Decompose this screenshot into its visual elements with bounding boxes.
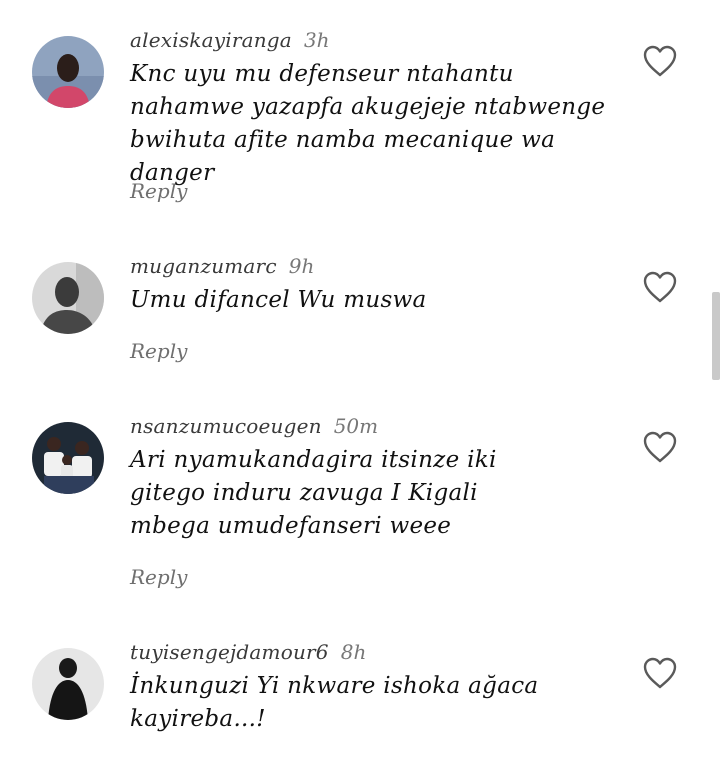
scrollbar-thumb[interactable]: [712, 292, 720, 380]
heart-outline-icon: [643, 271, 677, 303]
reply-button[interactable]: Reply: [130, 338, 187, 364]
avatar-image: [32, 648, 104, 720]
like-button[interactable]: [642, 656, 678, 690]
like-button[interactable]: [642, 430, 678, 464]
heart-outline-icon: [643, 45, 677, 77]
avatar-image: [32, 36, 104, 108]
username[interactable]: nsanzumucoeugen: [130, 414, 322, 438]
comment-meta: nsanzumucoeugen 50m: [130, 412, 378, 440]
avatar-image: [32, 262, 104, 334]
avatar[interactable]: [32, 648, 104, 720]
comment-text: Ari nyamukandagira itsinze iki gitego in…: [130, 447, 497, 539]
username[interactable]: tuyisengejdamour6: [130, 640, 329, 664]
avatar[interactable]: [32, 422, 104, 494]
username[interactable]: alexiskayiranga: [130, 28, 292, 52]
comment-text: İnkunguzi Yi nkware ishoka ağaca kayireb…: [130, 673, 539, 732]
comment-text: Knc uyu mu defenseur ntahantu nahamwe ya…: [130, 61, 606, 186]
comment-meta: alexiskayiranga 3h: [130, 26, 330, 54]
timestamp: 50m: [333, 414, 379, 438]
avatar[interactable]: [32, 262, 104, 334]
comment-meta: muganzumarc 9h: [130, 252, 314, 280]
timestamp: 8h: [340, 640, 367, 664]
reply-button[interactable]: Reply: [130, 178, 187, 204]
like-button[interactable]: [642, 270, 678, 304]
username[interactable]: muganzumarc: [130, 254, 277, 278]
reply-button[interactable]: Reply: [130, 564, 187, 590]
comment-text: Umu difancel Wu muswa: [130, 287, 427, 313]
comment-meta: tuyisengejdamour6 8h: [130, 638, 366, 666]
heart-outline-icon: [643, 657, 677, 689]
heart-outline-icon: [643, 431, 677, 463]
timestamp: 9h: [288, 254, 315, 278]
like-button[interactable]: [642, 44, 678, 78]
avatar[interactable]: [32, 36, 104, 108]
avatar-image: [32, 422, 104, 494]
timestamp: 3h: [303, 28, 330, 52]
